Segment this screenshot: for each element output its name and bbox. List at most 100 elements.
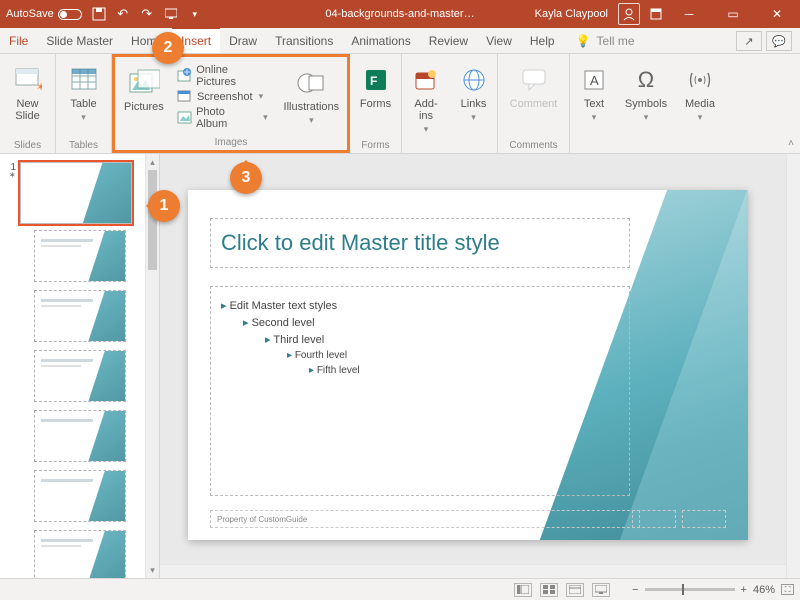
symbols-icon: Ω (630, 64, 662, 96)
chevron-down-icon: ▾ (424, 124, 429, 135)
ribbon: ✶ New Slide Slides Table ▾ Tables Pictur… (0, 54, 800, 154)
illustrations-label: Illustrations (284, 101, 340, 113)
svg-text:A: A (590, 73, 599, 88)
layout-thumb[interactable] (34, 350, 126, 402)
share-icon: ↗ (744, 35, 753, 48)
online-pictures-button[interactable]: Online Pictures (173, 65, 272, 86)
comment-button: Comment (502, 60, 566, 114)
group-name-images: Images (215, 134, 248, 150)
links-label: Links (461, 98, 487, 110)
normal-view-button[interactable] (514, 583, 532, 597)
tab-file[interactable]: File (0, 28, 37, 53)
restore-button[interactable]: ▭ (716, 0, 750, 28)
screenshot-label: Screenshot (197, 91, 253, 103)
sorter-view-button[interactable] (540, 583, 558, 597)
callout-2: 2 (152, 32, 184, 64)
user-avatar[interactable] (618, 3, 640, 25)
share-button[interactable]: ↗ (736, 31, 762, 51)
photo-album-button[interactable]: Photo Album ▾ (173, 107, 272, 128)
save-icon[interactable] (92, 7, 106, 21)
new-slide-button[interactable]: ✶ New Slide (4, 60, 52, 126)
callout-3: 3 (230, 162, 262, 194)
chevron-down-icon: ▾ (263, 112, 268, 123)
scroll-up-icon[interactable]: ▴ (146, 154, 159, 170)
media-icon (684, 64, 716, 96)
group-text: A Text ▾ (570, 54, 618, 153)
footer-placeholder[interactable]: Property of CustomGuide (210, 510, 640, 528)
table-icon (68, 64, 100, 96)
text-button[interactable]: A Text ▾ (570, 60, 618, 127)
master-thumb[interactable]: 1 ✶ (6, 162, 159, 224)
tell-me-placeholder: Tell me (597, 34, 635, 48)
photo-album-icon (177, 110, 192, 126)
illustrations-button[interactable]: Illustrations ▾ (280, 63, 343, 130)
date-placeholder[interactable] (632, 510, 676, 528)
chevron-down-icon: ▾ (644, 112, 649, 123)
ribbon-display-icon[interactable] (650, 8, 662, 20)
slideshow-view-button[interactable] (592, 583, 610, 597)
chevron-down-icon: ▾ (81, 112, 86, 123)
tab-animations[interactable]: Animations (342, 28, 419, 53)
minimize-button[interactable]: ─ (672, 0, 706, 28)
group-name-forms: Forms (361, 137, 389, 153)
tab-transitions[interactable]: Transitions (266, 28, 342, 53)
group-slides: ✶ New Slide Slides (0, 54, 56, 153)
group-images: Pictures Online Pictures Screenshot ▾ Ph… (112, 54, 350, 153)
forms-button[interactable]: F Forms (352, 60, 400, 114)
fit-window-icon[interactable]: ⛶ (781, 584, 794, 595)
symbols-button[interactable]: Ω Symbols ▾ (622, 60, 670, 127)
collapse-ribbon-icon[interactable]: ˄ (788, 138, 794, 149)
table-button[interactable]: Table ▾ (60, 60, 108, 127)
illustrations-icon (295, 67, 327, 99)
quick-access-toolbar: ↶ ↷ ▾ (92, 7, 202, 21)
edit-vertical-scrollbar[interactable] (786, 154, 800, 578)
svg-text:F: F (370, 74, 377, 88)
layout-thumb[interactable] (34, 410, 126, 462)
scroll-down-icon[interactable]: ▾ (146, 562, 159, 578)
online-pictures-icon (177, 68, 192, 84)
slide-edit-area: Click to edit Master title style Edit Ma… (160, 154, 800, 578)
title-placeholder[interactable]: Click to edit Master title style (210, 218, 630, 268)
list-item: Third level (221, 331, 619, 348)
screenshot-button[interactable]: Screenshot ▾ (173, 86, 272, 107)
undo-icon[interactable]: ↶ (116, 7, 130, 21)
comments-pane-button[interactable]: 💬 (766, 31, 792, 51)
callout-1: 1 (148, 190, 180, 222)
pictures-button[interactable]: Pictures (119, 63, 169, 117)
layout-thumb[interactable] (34, 230, 126, 282)
qat-dropdown-icon[interactable]: ▾ (188, 7, 202, 21)
title-placeholder-text: Click to edit Master title style (221, 230, 500, 256)
slide-number-placeholder[interactable] (682, 510, 726, 528)
group-name-tables: Tables (69, 137, 98, 153)
tab-view[interactable]: View (477, 28, 521, 53)
links-button[interactable]: Links ▾ (450, 60, 498, 127)
body-placeholder[interactable]: Edit Master text styles Second level Thi… (210, 286, 630, 496)
slide-canvas[interactable]: Click to edit Master title style Edit Ma… (188, 190, 748, 540)
autosave-switch-icon[interactable] (58, 9, 82, 20)
tab-review[interactable]: Review (420, 28, 477, 53)
tell-me-search[interactable]: 💡 Tell me (576, 28, 635, 53)
zoom-control[interactable]: − + 46% ⛶ (632, 584, 794, 596)
zoom-out-icon[interactable]: − (632, 584, 638, 596)
tab-draw[interactable]: Draw (220, 28, 266, 53)
layout-thumb[interactable] (34, 470, 126, 522)
layout-thumb[interactable] (34, 530, 126, 578)
media-button[interactable]: Media ▾ (676, 60, 724, 127)
forms-icon: F (360, 64, 392, 96)
new-slide-icon: ✶ (12, 64, 44, 96)
zoom-slider[interactable] (645, 588, 735, 591)
autosave-toggle[interactable]: AutoSave (6, 8, 82, 20)
reading-view-button[interactable] (566, 583, 584, 597)
start-slideshow-icon[interactable] (164, 7, 178, 21)
edit-horizontal-scrollbar[interactable] (160, 564, 786, 578)
group-comments: Comment Comments (498, 54, 570, 153)
zoom-in-icon[interactable]: + (741, 584, 747, 596)
redo-icon[interactable]: ↷ (140, 7, 154, 21)
master-slide-thumb[interactable] (20, 162, 132, 224)
tab-slide-master[interactable]: Slide Master (37, 28, 122, 53)
text-icon: A (578, 64, 610, 96)
tab-help[interactable]: Help (521, 28, 564, 53)
layout-thumb[interactable] (34, 290, 126, 342)
close-button[interactable]: ✕ (760, 0, 794, 28)
ribbon-tabs: File Slide Master Home Insert Draw Trans… (0, 28, 800, 54)
